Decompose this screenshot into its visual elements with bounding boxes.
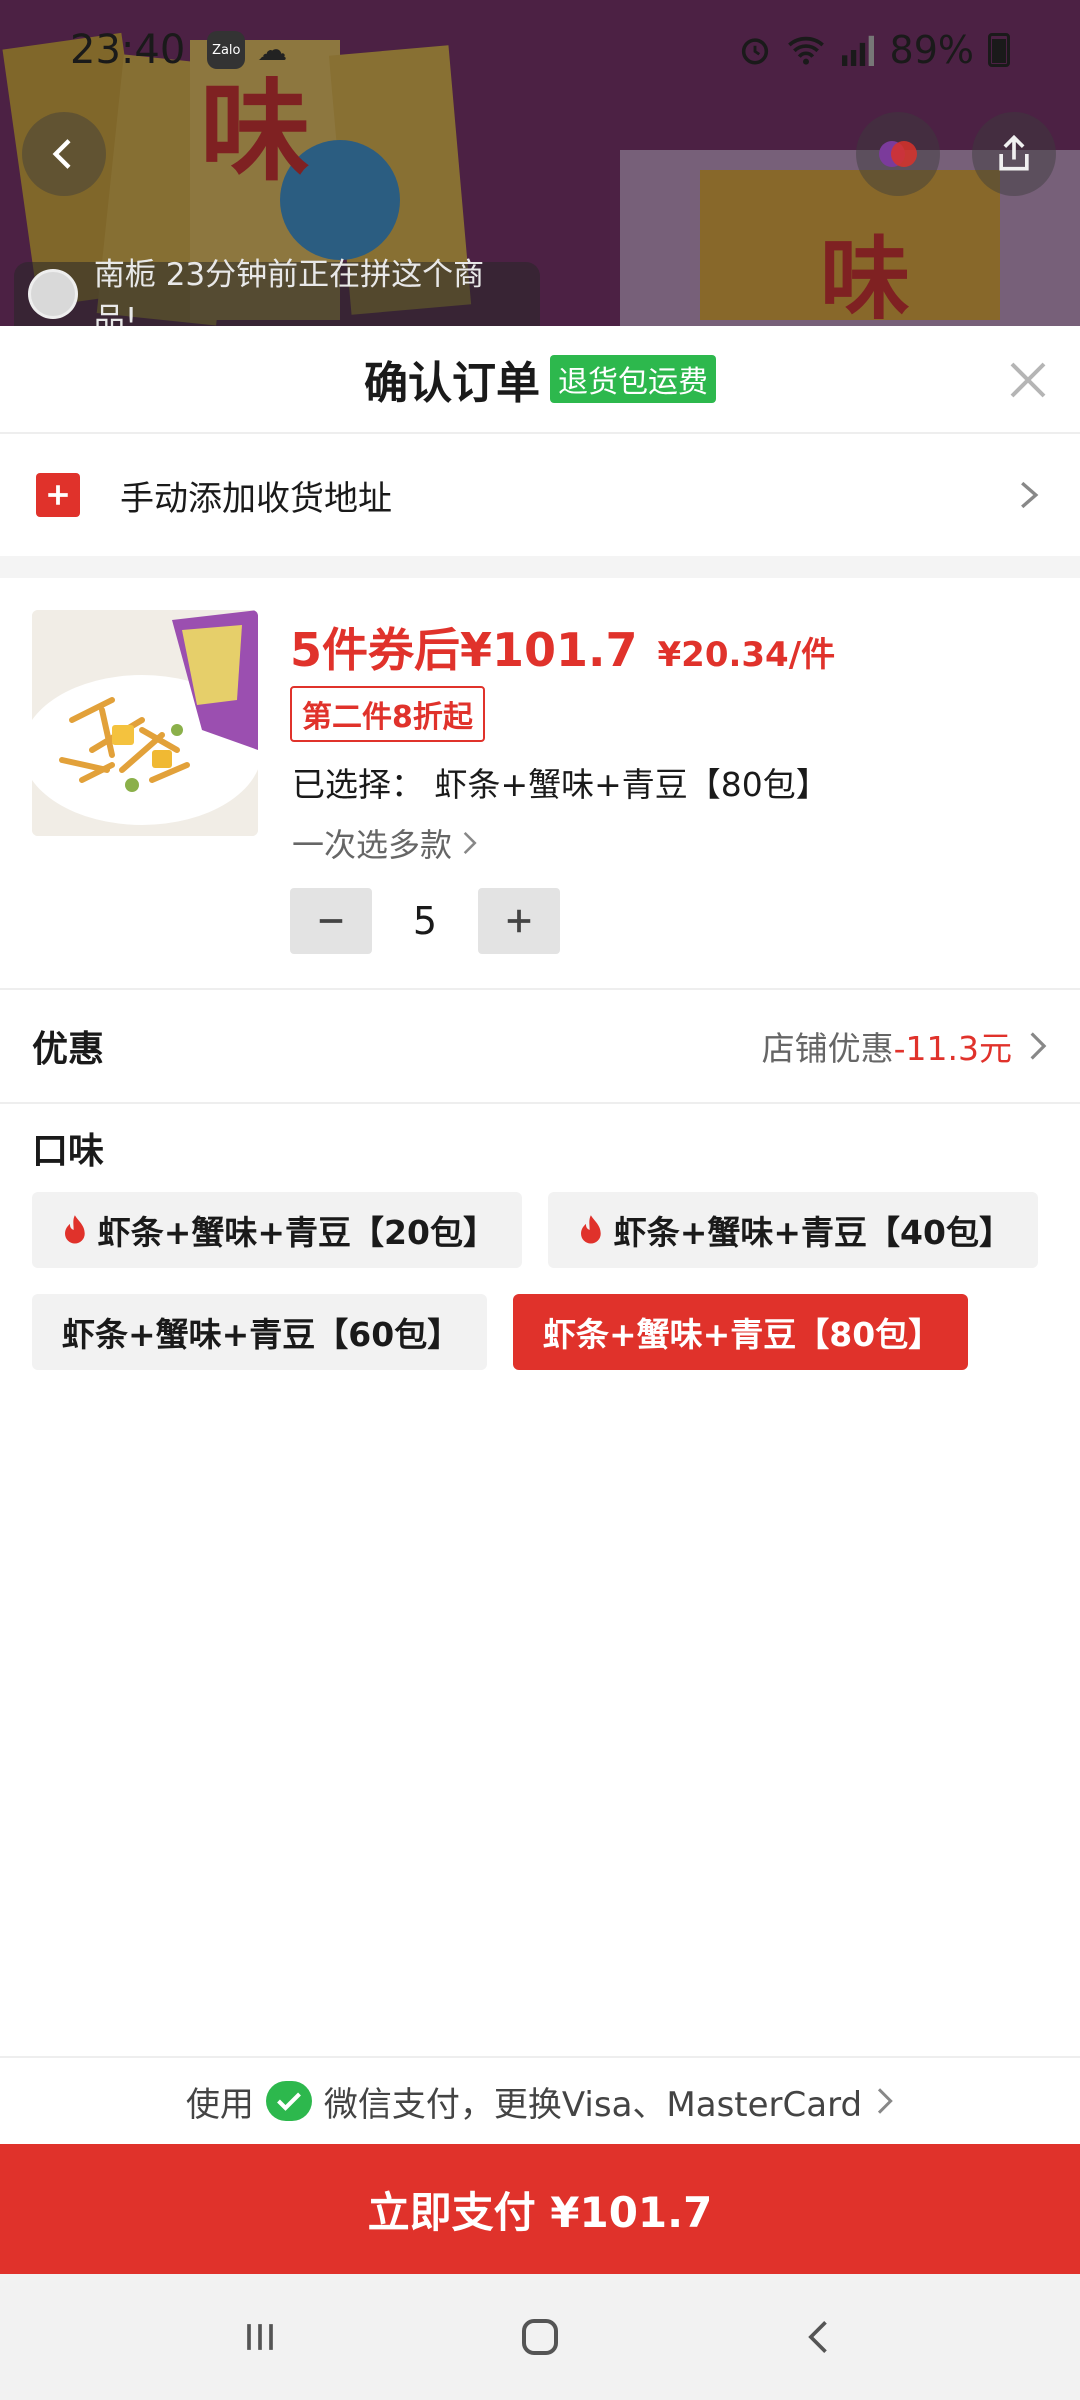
product-thumbnail[interactable]	[32, 610, 258, 836]
snack-image	[32, 610, 258, 836]
multi-select-label: 一次选多款	[292, 826, 453, 864]
payment-method-row[interactable]: 使用 微信支付，更换Visa、MasterCard	[0, 2056, 1080, 2144]
share-icon	[999, 134, 1029, 171]
payment-method-label: 微信支付，更换Visa、MasterCard	[323, 2084, 863, 2125]
back-nav-button[interactable]	[780, 2297, 860, 2377]
plus-icon	[36, 473, 80, 517]
chevron-right-icon	[878, 2088, 893, 2114]
order-confirm-sheet: 确认订单 退货包运费 手动添加收货地址 5件券后¥101.7 ¥20.34/件 …	[0, 326, 1080, 2144]
system-nav-bar	[0, 2274, 1080, 2400]
chevron-left-icon	[52, 139, 71, 169]
flavor-option-label: 虾条+蟹味+青豆【80包】	[543, 1315, 942, 1354]
share-button[interactable]	[972, 112, 1056, 196]
flavor-option-label: 虾条+蟹味+青豆【60包】	[62, 1315, 461, 1354]
price-line: 5件券后¥101.7 ¥20.34/件	[290, 614, 835, 680]
free-return-badge: 退货包运费	[550, 355, 716, 403]
coupon-price: 5件券后¥101.7	[290, 623, 638, 677]
discount-value: 店铺优惠 -11.3元	[762, 1022, 1048, 1070]
discount-label: 优惠	[32, 1029, 105, 1070]
alarm-icon	[741, 38, 768, 65]
pay-now-button[interactable]: 立即支付 ¥101.7	[0, 2144, 1080, 2274]
discount-row[interactable]: 优惠 店铺优惠 -11.3元	[0, 988, 1080, 1104]
zalo-icon: Zalo	[207, 31, 246, 69]
plus-icon	[507, 909, 531, 933]
payment-prefix: 使用	[185, 2084, 254, 2125]
status-bar: 23:40 Zalo ☁ 89%	[0, 0, 1080, 100]
fire-icon	[581, 1215, 601, 1244]
recent-apps-icon	[247, 2324, 273, 2350]
flavor-option-selected[interactable]: 虾条+蟹味+青豆【80包】	[513, 1294, 968, 1370]
circles-icon	[879, 141, 917, 167]
back-icon	[808, 2321, 827, 2353]
selected-value: 虾条+蟹味+青豆【80包】	[434, 765, 829, 804]
selected-prefix: 已选择：	[292, 765, 424, 804]
quantity-stepper: 5	[290, 888, 560, 954]
add-address-row[interactable]: 手动添加收货地址	[0, 434, 1080, 556]
multi-select-link[interactable]: 一次选多款	[292, 820, 478, 866]
sheet-header: 确认订单 退货包运费	[0, 326, 1080, 434]
back-button[interactable]	[22, 112, 106, 196]
flavor-option-label: 虾条+蟹味+青豆【40包】	[613, 1213, 1012, 1252]
status-time: 23:40	[70, 27, 186, 73]
home-button[interactable]	[500, 2297, 580, 2377]
quantity-value[interactable]: 5	[372, 899, 478, 943]
cloud-icon: ☁	[257, 32, 288, 68]
add-address-label: 手动添加收货地址	[120, 478, 392, 519]
wifi-icon	[787, 36, 824, 65]
flavor-label: 口味	[32, 1131, 105, 1172]
flavor-option[interactable]: 虾条+蟹味+青豆【20包】	[32, 1192, 522, 1268]
wechat-pay-icon	[265, 2081, 312, 2121]
chevron-right-icon	[463, 831, 477, 855]
promo-tag: 第二件8折起	[290, 686, 485, 742]
selected-variant: 已选择： 虾条+蟹味+青豆【80包】	[292, 758, 829, 806]
battery-percentage: 89%	[889, 28, 974, 72]
unit-price: ¥20.34/件	[657, 635, 836, 675]
flavor-option-label: 虾条+蟹味+青豆【20包】	[97, 1213, 496, 1252]
fire-icon	[65, 1215, 85, 1244]
discount-amount: -11.3元	[893, 1029, 1012, 1068]
discount-prefix: 店铺优惠	[761, 1029, 894, 1068]
increase-button[interactable]	[478, 888, 560, 954]
battery-icon	[988, 33, 1010, 67]
home-icon	[522, 2319, 558, 2355]
recent-apps-button[interactable]	[220, 2297, 300, 2377]
chevron-right-icon	[1030, 1032, 1047, 1060]
section-divider	[0, 556, 1080, 578]
group-buy-ticker: 南栀 23分钟前正在拼这个商品!	[14, 257, 540, 338]
flavor-option[interactable]: 虾条+蟹味+青豆【40包】	[548, 1192, 1038, 1268]
minus-icon	[319, 919, 343, 923]
more-button[interactable]	[856, 112, 940, 196]
decrease-button[interactable]	[290, 888, 372, 954]
signal-icon	[841, 35, 874, 66]
close-icon[interactable]	[1004, 356, 1052, 404]
chevron-right-icon	[1021, 481, 1039, 509]
flavor-option[interactable]: 虾条+蟹味+青豆【60包】	[32, 1294, 487, 1370]
avatar	[28, 269, 78, 319]
sheet-title: 确认订单	[364, 358, 540, 409]
